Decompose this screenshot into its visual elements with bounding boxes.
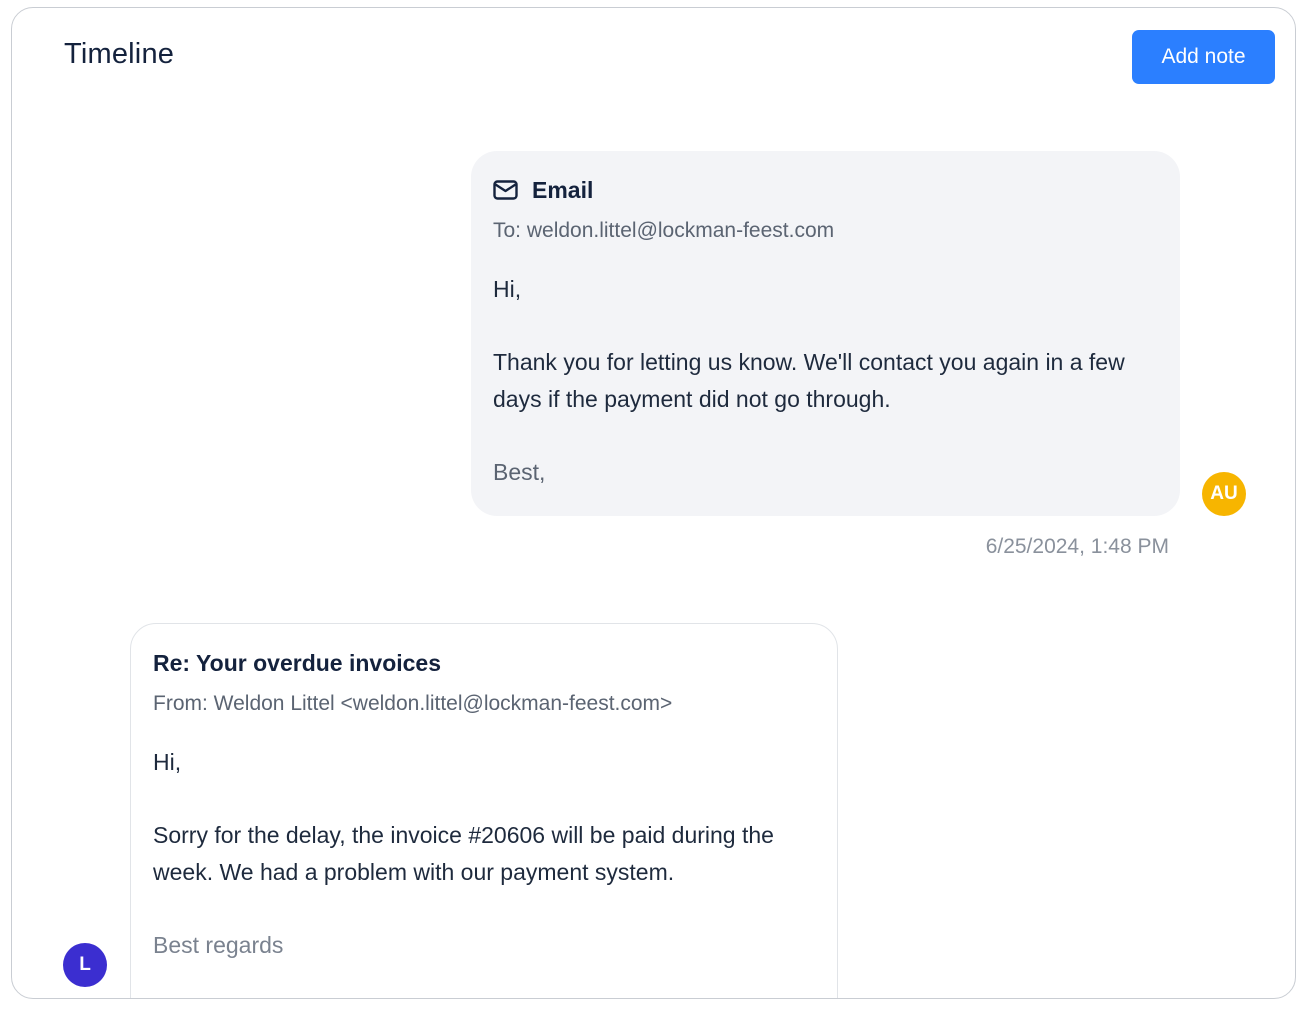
message-signoff: Best regards [153, 932, 284, 958]
avatar: L [63, 943, 107, 987]
message-paragraph: Thank you for letting us know. We'll con… [493, 349, 1125, 412]
message-paragraph: Sorry for the delay, the invoice #20606 … [153, 822, 774, 885]
message-greeting: Hi, [493, 276, 522, 302]
mail-icon [493, 180, 518, 200]
outgoing-email-message[interactable]: Email To: weldon.littel@lockman-feest.co… [471, 151, 1180, 516]
add-note-button[interactable]: Add note [1132, 30, 1275, 84]
message-title: Re: Your overdue invoices [153, 649, 442, 676]
message-signoff: Best, [493, 459, 546, 485]
message-header: Email [493, 175, 1158, 205]
message-title: Email [532, 176, 594, 203]
message-timestamp: 6/25/2024, 1:48 PM [985, 535, 1169, 558]
message-sender: From: Weldon Littel <weldon.littel@lockm… [153, 692, 673, 715]
avatar: AU [1202, 472, 1246, 516]
message-recipient: To: weldon.littel@lockman-feest.com [493, 219, 835, 242]
incoming-email-message[interactable]: Re: Your overdue invoices From: Weldon L… [130, 623, 838, 998]
message-header: Re: Your overdue invoices [153, 648, 815, 678]
page-title: Timeline [64, 38, 175, 70]
message-body: Hi, Thank you for letting us know. We'll… [493, 271, 1158, 491]
timeline-panel: Timeline Add note Email To: weldon.litte… [11, 7, 1296, 999]
message-body: Hi, Sorry for the delay, the invoice #20… [153, 744, 815, 964]
message-greeting: Hi, [153, 749, 182, 775]
